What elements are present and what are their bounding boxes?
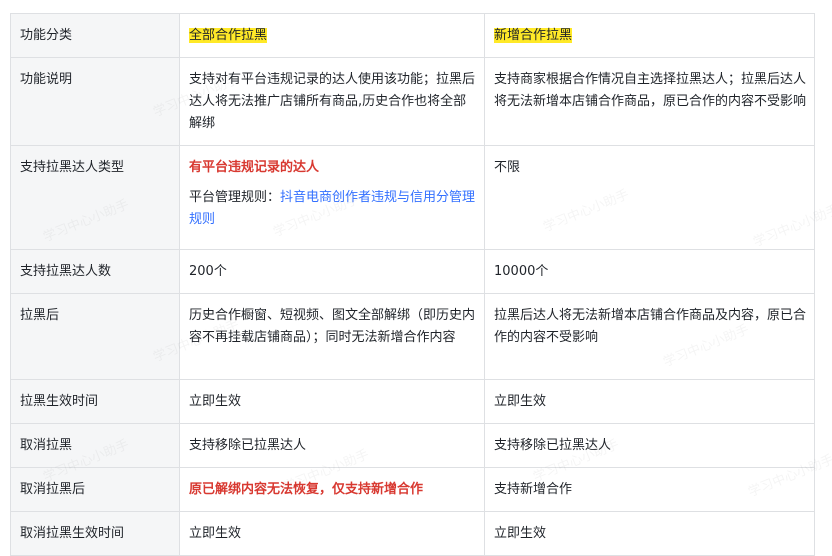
cell-new: 支持新增合作 (484, 467, 815, 512)
row-label: 支持拉黑达人类型 (10, 145, 180, 250)
cell-all: 有平台违规记录的达人 平台管理规则：抖音电商创作者违规与信用分管理规则 (179, 145, 485, 250)
row-label: 取消拉黑 (10, 423, 180, 468)
table-row: 支持拉黑达人类型 有平台违规记录的达人 平台管理规则：抖音电商创作者违规与信用分… (10, 145, 815, 250)
cell-all: 支持对有平台违规记录的达人使用该功能；拉黑后达人将无法推广店铺所有商品,历史合作… (179, 57, 485, 146)
cell-new: 10000个 (484, 249, 815, 294)
cell-new: 不限 (484, 145, 815, 250)
header-all-cooperation-block: 全部合作拉黑 (179, 13, 485, 58)
header-new-cooperation-block: 新增合作拉黑 (484, 13, 815, 58)
cell-new: 支持移除已拉黑达人 (484, 423, 815, 468)
table-header-row: 功能分类 全部合作拉黑 新增合作拉黑 (10, 13, 815, 58)
header-feature-category: 功能分类 (10, 13, 180, 58)
rule-line: 平台管理规则：抖音电商创作者违规与信用分管理规则 (189, 187, 476, 231)
cell-all: 原已解绑内容无法恢复，仅支持新增合作 (179, 467, 485, 512)
cell-all: 支持移除已拉黑达人 (179, 423, 485, 468)
cell-all: 立即生效 (179, 511, 485, 556)
table-row: 拉黑后 历史合作橱窗、短视频、图文全部解绑（即历史内容不再挂载店铺商品）；同时无… (10, 293, 815, 380)
cell-new: 立即生效 (484, 511, 815, 556)
cell-all: 历史合作橱窗、短视频、图文全部解绑（即历史内容不再挂载店铺商品）；同时无法新增合… (179, 293, 485, 380)
table-row: 支持拉黑达人数 200个 10000个 (10, 249, 815, 294)
row-label: 拉黑后 (10, 293, 180, 380)
cell-new: 支持商家根据合作情况自主选择拉黑达人；拉黑后达人将无法新增本店铺合作商品，原已合… (484, 57, 815, 146)
cell-all: 立即生效 (179, 379, 485, 424)
table-row: 取消拉黑后 原已解绑内容无法恢复，仅支持新增合作 支持新增合作 (10, 467, 815, 512)
emphasis-text: 原已解绑内容无法恢复，仅支持新增合作 (189, 482, 424, 497)
row-label: 取消拉黑生效时间 (10, 511, 180, 556)
table-row: 功能说明 支持对有平台违规记录的达人使用该功能；拉黑后达人将无法推广店铺所有商品… (10, 57, 815, 146)
row-label: 支持拉黑达人数 (10, 249, 180, 294)
table-row: 拉黑生效时间 立即生效 立即生效 (10, 379, 815, 424)
row-label: 取消拉黑后 (10, 467, 180, 512)
table-row: 取消拉黑生效时间 立即生效 立即生效 (10, 511, 815, 556)
cell-all: 200个 (179, 249, 485, 294)
row-label: 拉黑生效时间 (10, 379, 180, 424)
row-label: 功能说明 (10, 57, 180, 146)
emphasis-text: 有平台违规记录的达人 (189, 160, 320, 175)
table-row: 取消拉黑 支持移除已拉黑达人 支持移除已拉黑达人 (10, 423, 815, 468)
cell-new: 拉黑后达人将无法新增本店铺合作商品及内容，原已合作的内容不受影响 (484, 293, 815, 380)
cell-new: 立即生效 (484, 379, 815, 424)
rule-prefix: 平台管理规则： (189, 190, 281, 205)
comparison-table: 功能分类 全部合作拉黑 新增合作拉黑 功能说明 支持对有平台违规记录的达人使用该… (10, 13, 815, 556)
